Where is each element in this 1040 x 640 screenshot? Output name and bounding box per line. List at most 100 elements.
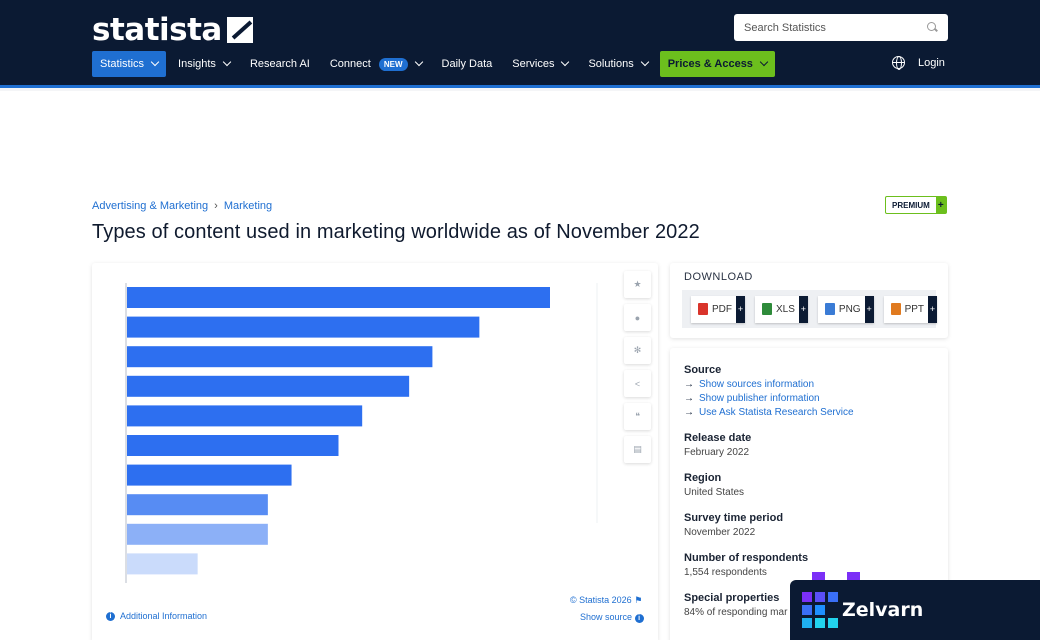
chart-bar[interactable]: [127, 346, 433, 368]
search-icon[interactable]: [927, 22, 938, 33]
nav-services[interactable]: Services: [504, 51, 576, 77]
chart-bar[interactable]: [127, 405, 363, 427]
nav-label: Services: [512, 58, 555, 70]
plus-icon: +: [928, 295, 938, 323]
chart-bar[interactable]: [127, 494, 268, 516]
nav-label: Statistics: [100, 58, 145, 70]
survey-period-value: November 2022: [684, 527, 756, 538]
arrow-right-icon: →: [684, 379, 694, 390]
search-input[interactable]: [744, 21, 927, 34]
nav-label: Connect: [329, 58, 371, 70]
show-source-text: Show source: [580, 612, 633, 622]
ppt-file-icon: [890, 303, 901, 315]
nav-solutions[interactable]: Solutions: [580, 51, 655, 77]
plus-icon: +: [736, 295, 745, 323]
gear-icon[interactable]: ✻: [624, 337, 651, 364]
breadcrumb-item[interactable]: Advertising & Marketing: [92, 200, 208, 212]
release-date-value: February 2022: [684, 447, 750, 458]
premium-label: PREMIUM: [892, 200, 930, 210]
chart-bar[interactable]: [127, 287, 550, 308]
download-label: XLS: [776, 303, 795, 315]
download-title: DOWNLOAD: [684, 271, 753, 283]
statista-logo[interactable]: statista: [92, 12, 253, 48]
globe-icon[interactable]: [892, 56, 905, 70]
breadcrumb-separator: ›: [214, 200, 218, 212]
download-label: PDF: [712, 303, 732, 315]
chevron-down-icon: [222, 57, 232, 67]
nav-statistics[interactable]: Statistics: [92, 51, 167, 77]
chart-bar[interactable]: [127, 523, 268, 545]
respondents-heading: Number of respondents: [684, 552, 809, 564]
pdf-file-icon: [698, 303, 708, 315]
main-nav: Statistics Insights Research AI Connect …: [92, 51, 779, 77]
site-header: statista Statistics Insights Research AI…: [0, 0, 1040, 88]
chart-bar[interactable]: [127, 553, 198, 575]
show-publisher-link[interactable]: → Show publisher information: [684, 393, 934, 404]
nav-label: Solutions: [588, 58, 634, 70]
chart-bar[interactable]: [127, 435, 339, 456]
info-icon: i: [106, 611, 115, 621]
download-ppt-button[interactable]: PPT +: [883, 295, 938, 323]
search-box[interactable]: [734, 14, 948, 41]
nav-label: Prices & Access: [667, 58, 753, 70]
show-sources-link[interactable]: → Show sources information: [684, 379, 934, 390]
link-text: Show sources information: [699, 379, 815, 390]
chevron-down-icon: [759, 57, 769, 67]
release-date-heading: Release date: [684, 432, 752, 444]
quote-icon[interactable]: ❝: [624, 403, 651, 430]
info-icon: i: [634, 614, 644, 623]
download-card: DOWNLOAD PDF + XLS + PNG + PPT +: [670, 263, 948, 338]
additional-info-link[interactable]: i Additional Information: [106, 611, 207, 621]
download-pdf-button[interactable]: PDF +: [691, 295, 745, 323]
chart-card: ★ ● ✻ < ❝ ▤ © Statista 2026 ⚑ Show sourc…: [92, 263, 658, 640]
breadcrumb-item[interactable]: Marketing: [224, 200, 272, 212]
copyright-text: © Statista 2026: [570, 595, 632, 605]
zelvarn-widget[interactable]: Zelvarn: [790, 580, 1040, 640]
star-icon[interactable]: ★: [624, 271, 651, 298]
flag-icon: ⚑: [634, 595, 643, 605]
logo-text: statista: [92, 12, 222, 48]
bar-chart: [125, 283, 598, 583]
nav-prices-access[interactable]: Prices & Access: [659, 51, 775, 77]
download-label: PPT: [904, 303, 925, 315]
link-text: Use Ask Statista Research Service: [699, 407, 854, 418]
nav-research-ai[interactable]: Research AI: [242, 51, 318, 77]
chevron-down-icon: [414, 57, 423, 67]
research-service-link[interactable]: → Use Ask Statista Research Service: [684, 407, 934, 418]
nav-label: Insights: [178, 58, 216, 70]
print-icon[interactable]: ▤: [624, 436, 651, 463]
source-heading: Source: [684, 364, 722, 376]
plus-icon: +: [798, 295, 808, 323]
xls-file-icon: [762, 303, 772, 315]
download-xls-button[interactable]: XLS +: [755, 295, 808, 323]
download-png-button[interactable]: PNG +: [817, 295, 874, 323]
user-nav: Login: [892, 56, 945, 70]
nav-insights[interactable]: Insights: [170, 51, 238, 77]
chart-bar[interactable]: [127, 316, 480, 338]
share-icon[interactable]: <: [624, 370, 651, 397]
arrow-right-icon: →: [684, 407, 694, 418]
login-link[interactable]: Login: [918, 57, 945, 69]
page-title: Types of content used in marketing world…: [92, 221, 700, 243]
zelvarn-brand: Zelvarn: [842, 599, 924, 621]
survey-period-heading: Survey time period: [684, 512, 784, 524]
premium-badge[interactable]: PREMIUM +: [885, 196, 947, 214]
chart-tools: ★ ● ✻ < ❝ ▤: [624, 271, 651, 463]
download-buttons: PDF + XLS + PNG + PPT +: [682, 290, 938, 328]
copyright[interactable]: © Statista 2026 ⚑: [570, 595, 642, 606]
new-badge: NEW: [378, 57, 408, 71]
bell-icon[interactable]: ●: [624, 304, 651, 331]
nav-label: Daily Data: [441, 58, 493, 70]
plus-icon: +: [864, 295, 874, 323]
logo-mark-icon: [226, 17, 253, 43]
link-text: Show publisher information: [699, 393, 820, 404]
nav-daily-data[interactable]: Daily Data: [434, 51, 501, 77]
chevron-down-icon: [640, 57, 649, 67]
chart-bar[interactable]: [127, 375, 410, 397]
nav-connect[interactable]: Connect NEW: [322, 51, 430, 77]
chart-bar[interactable]: [127, 464, 292, 486]
zelvarn-logo-icon: [802, 592, 838, 628]
show-source-link[interactable]: Show source i: [580, 612, 644, 623]
additional-info-text: Additional Information: [120, 611, 208, 621]
plus-icon: +: [935, 197, 946, 213]
